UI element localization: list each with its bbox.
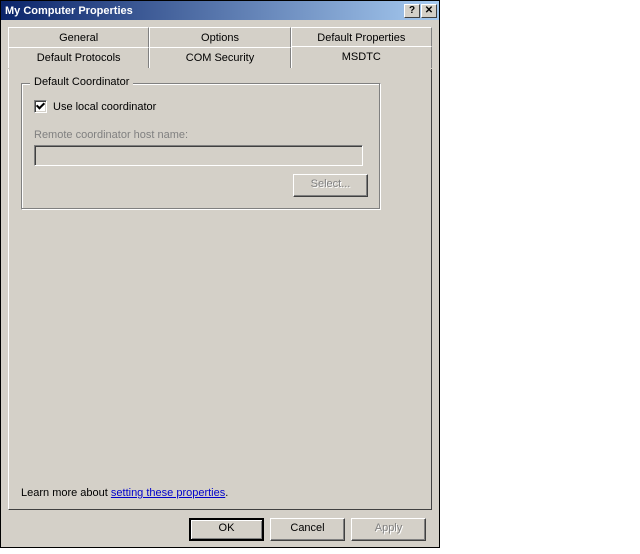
learn-more-row: Learn more about setting these propertie…: [21, 457, 419, 499]
window-title: My Computer Properties: [5, 5, 403, 17]
tab-msdtc[interactable]: MSDTC: [291, 46, 432, 68]
tab-com-security[interactable]: COM Security: [149, 47, 290, 68]
tab-label: MSDTC: [342, 51, 381, 63]
cancel-button[interactable]: Cancel: [270, 518, 345, 541]
apply-button: Apply: [351, 518, 426, 541]
remote-host-label: Remote coordinator host name:: [34, 129, 368, 141]
close-button[interactable]: ✕: [421, 4, 437, 18]
select-button: Select...: [293, 174, 368, 197]
cancel-label: Cancel: [290, 522, 324, 534]
tab-label: COM Security: [186, 52, 254, 64]
dialog-buttons: OK Cancel Apply: [8, 510, 432, 541]
learn-prefix: Learn more about: [21, 487, 111, 499]
use-local-coordinator-label: Use local coordinator: [53, 101, 156, 113]
tab-label: Default Protocols: [37, 52, 121, 64]
learn-suffix: .: [225, 487, 228, 499]
select-row: Select...: [34, 174, 368, 197]
client-area: General Options Default Properties Defau…: [1, 20, 439, 547]
help-button[interactable]: ?: [404, 4, 420, 18]
select-button-label: Select...: [311, 178, 351, 190]
group-legend: Default Coordinator: [30, 76, 133, 88]
help-icon: ?: [409, 5, 415, 16]
properties-dialog: My Computer Properties ? ✕ General Optio…: [0, 0, 440, 548]
use-local-coordinator-checkbox[interactable]: [34, 100, 47, 113]
use-local-coordinator-row: Use local coordinator: [34, 100, 368, 113]
close-icon: ✕: [425, 5, 433, 16]
tab-label: Options: [201, 32, 239, 44]
ok-button[interactable]: OK: [189, 518, 264, 541]
titlebar[interactable]: My Computer Properties ? ✕: [1, 1, 439, 20]
tab-strip: General Options Default Properties Defau…: [8, 27, 432, 69]
tab-row-front: Default Protocols COM Security MSDTC: [8, 47, 432, 68]
learn-link[interactable]: setting these properties: [111, 487, 225, 499]
apply-label: Apply: [375, 522, 403, 534]
titlebar-buttons: ? ✕: [403, 4, 437, 18]
remote-host-input: [34, 145, 363, 166]
tab-default-properties[interactable]: Default Properties: [291, 27, 432, 48]
tab-label: Default Properties: [317, 32, 405, 44]
tab-label: General: [59, 32, 98, 44]
default-coordinator-group: Default Coordinator Use local coordinato…: [21, 83, 381, 210]
tab-general[interactable]: General: [8, 27, 149, 48]
tab-row-back: General Options Default Properties: [8, 27, 432, 48]
tab-default-protocols[interactable]: Default Protocols: [8, 47, 149, 68]
ok-label: OK: [219, 522, 235, 534]
tab-page-msdtc: Default Coordinator Use local coordinato…: [8, 69, 432, 510]
tab-options[interactable]: Options: [149, 27, 290, 48]
